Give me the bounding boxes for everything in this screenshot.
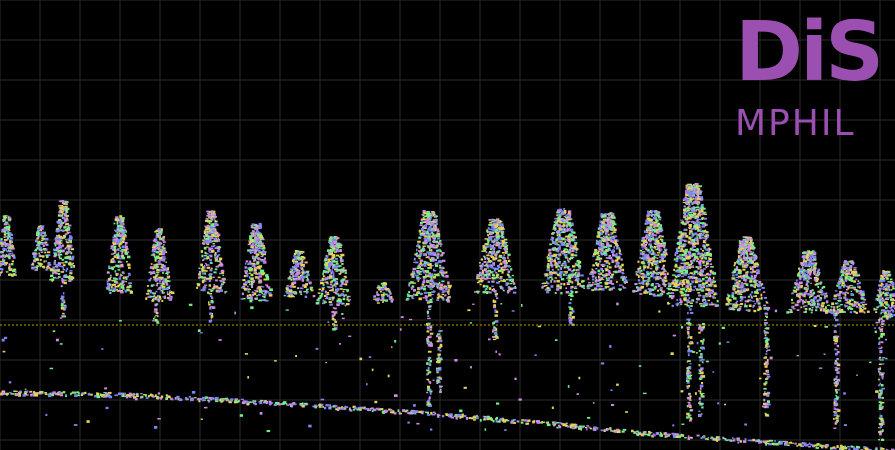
logo-subtext: MPHIL — [735, 103, 856, 143]
logo-text: DiS — [735, 12, 884, 100]
point-cloud-viewport[interactable]: DiS MPHIL — [0, 0, 895, 450]
logo: DiS MPHIL — [735, 12, 895, 142]
point-cloud — [0, 183, 895, 450]
